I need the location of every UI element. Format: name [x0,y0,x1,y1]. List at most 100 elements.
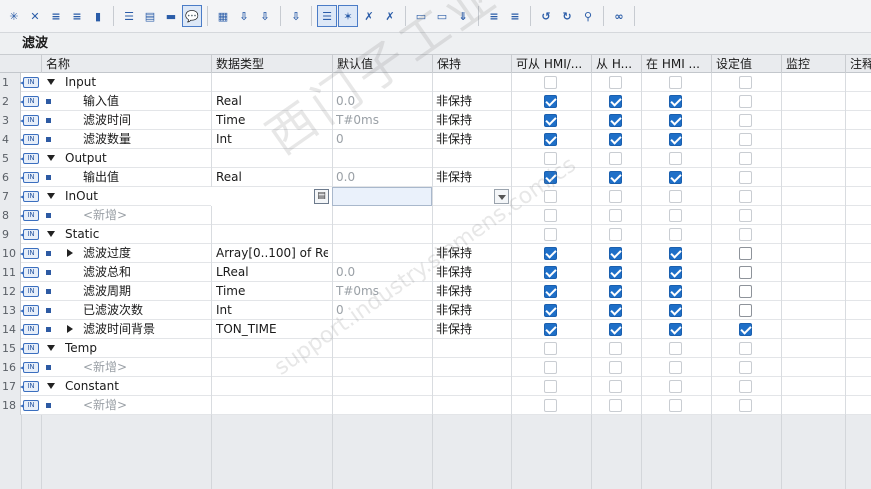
param-retain[interactable] [436,206,508,225]
comment-icon[interactable]: 💬 [182,5,202,27]
param-name[interactable]: 已滤波次数 [83,301,209,320]
param-default[interactable] [336,73,428,92]
param-datatype[interactable] [216,149,328,168]
hmi-visible-checkbox[interactable] [669,247,682,260]
table-row[interactable]: 12 IN 滤波周期 Time T#0ms 非保持 [0,282,871,301]
param-default[interactable]: 0.0 [336,168,428,187]
param-retain[interactable]: 非保持 [436,263,508,282]
setpoint-checkbox[interactable] [739,247,752,260]
param-name[interactable]: <新增> [83,358,209,377]
setpoint-checkbox[interactable] [739,285,752,298]
paste-icon[interactable]: ▭ [411,5,431,27]
hmi-accessible-checkbox[interactable] [544,114,557,127]
param-retain[interactable] [436,73,508,92]
table-row[interactable]: 8 IN <新增> [0,206,871,225]
table-row[interactable]: 3 IN 滤波时间 Time T#0ms 非保持 [0,111,871,130]
row-number[interactable]: 7 [0,187,21,206]
param-name[interactable]: 滤波时间背景 [83,320,209,339]
param-default[interactable] [336,320,428,339]
param-datatype[interactable] [216,396,328,415]
param-name[interactable]: Input [65,73,191,92]
table-row[interactable]: 4 IN 滤波数量 Int 0 非保持 [0,130,871,149]
param-default[interactable]: T#0ms [336,282,428,301]
hmi-writable-checkbox[interactable] [609,209,622,222]
move-down-icon[interactable]: ≡ [67,5,87,27]
hmi-writable-checkbox[interactable] [609,342,622,355]
param-datatype[interactable] [216,225,328,244]
link-icon[interactable]: ↻ [557,5,577,27]
hmi-writable-checkbox[interactable] [609,95,622,108]
block-icon[interactable]: ▬ [161,5,181,27]
param-retain[interactable] [436,339,508,358]
setpoint-checkbox[interactable] [739,380,752,393]
hmi-writable-checkbox[interactable] [609,76,622,89]
setpoint-checkbox[interactable] [739,209,752,222]
param-datatype[interactable]: TON_TIME [216,320,328,339]
param-datatype[interactable]: Int [216,130,328,149]
hmi-writable-checkbox[interactable] [609,266,622,279]
hmi-writable-checkbox[interactable] [609,190,622,203]
param-datatype[interactable]: Array[0..100] of Real [216,244,328,263]
hmi-visible-checkbox[interactable] [669,361,682,374]
row-number[interactable]: 1 [0,73,21,92]
header-retain[interactable]: 保持 [432,55,511,73]
row-number[interactable]: 18 [0,396,21,415]
load-start-icon[interactable]: ⇩ [255,5,275,27]
param-name[interactable]: 滤波周期 [83,282,209,301]
hmi-visible-checkbox[interactable] [669,399,682,412]
hmi-accessible-checkbox[interactable] [544,342,557,355]
hmi-visible-checkbox[interactable] [669,285,682,298]
hmi-visible-checkbox[interactable] [669,304,682,317]
hmi-writable-checkbox[interactable] [609,152,622,165]
header-name[interactable]: 名称 [41,55,211,73]
param-default[interactable] [336,149,428,168]
hmi-accessible-checkbox[interactable] [544,190,557,203]
param-default[interactable] [336,244,428,263]
param-retain[interactable] [436,358,508,377]
param-name[interactable]: <新增> [83,206,209,225]
table-row[interactable]: 11 IN 滤波总和 LReal 0.0 非保持 [0,263,871,282]
row-number[interactable]: 4 [0,130,21,149]
header-comment[interactable]: 注释 [845,55,871,73]
header-default[interactable]: 默认值 [332,55,432,73]
param-name[interactable]: Static [65,225,191,244]
param-name[interactable]: <新增> [83,396,209,415]
param-datatype[interactable] [216,73,328,92]
setpoint-checkbox[interactable] [739,171,752,184]
hmi-accessible-checkbox[interactable] [544,152,557,165]
header-monitor[interactable]: 监控 [781,55,845,73]
param-retain[interactable] [436,377,508,396]
param-default[interactable]: T#0ms [336,111,428,130]
param-default[interactable]: 0.0 [336,92,428,111]
param-default[interactable] [336,377,428,396]
row-number[interactable]: 5 [0,149,21,168]
param-datatype[interactable] [216,206,328,225]
hmi-accessible-checkbox[interactable] [544,323,557,336]
table-row[interactable]: 17 IN Constant [0,377,871,396]
param-retain[interactable] [436,396,508,415]
table-row[interactable]: 16 IN <新增> [0,358,871,377]
hmi-writable-checkbox[interactable] [609,171,622,184]
param-name[interactable]: 输出值 [83,168,209,187]
param-default[interactable]: 0 [336,301,428,320]
copy-icon[interactable]: ✗ [380,5,400,27]
param-default[interactable] [336,206,428,225]
row-number[interactable]: 10 [0,244,21,263]
param-datatype[interactable]: Real [216,92,328,111]
setpoint-checkbox[interactable] [739,323,752,336]
break-icon[interactable]: ✶ [338,5,358,27]
setpoint-checkbox[interactable] [739,133,752,146]
hmi-visible-checkbox[interactable] [669,152,682,165]
hmi-accessible-checkbox[interactable] [544,95,557,108]
hmi-accessible-checkbox[interactable] [544,133,557,146]
setpoint-checkbox[interactable] [739,342,752,355]
collapse-caret-icon[interactable] [47,345,55,351]
table-row[interactable]: 15 IN Temp [0,339,871,358]
row-number[interactable]: 14 [0,320,21,339]
hmi-visible-checkbox[interactable] [669,171,682,184]
hmi-visible-checkbox[interactable] [669,133,682,146]
hmi-accessible-checkbox[interactable] [544,209,557,222]
header-hmi-writable[interactable]: 从 H... [591,55,641,73]
param-default[interactable] [336,396,428,415]
row-number[interactable]: 9 [0,225,21,244]
